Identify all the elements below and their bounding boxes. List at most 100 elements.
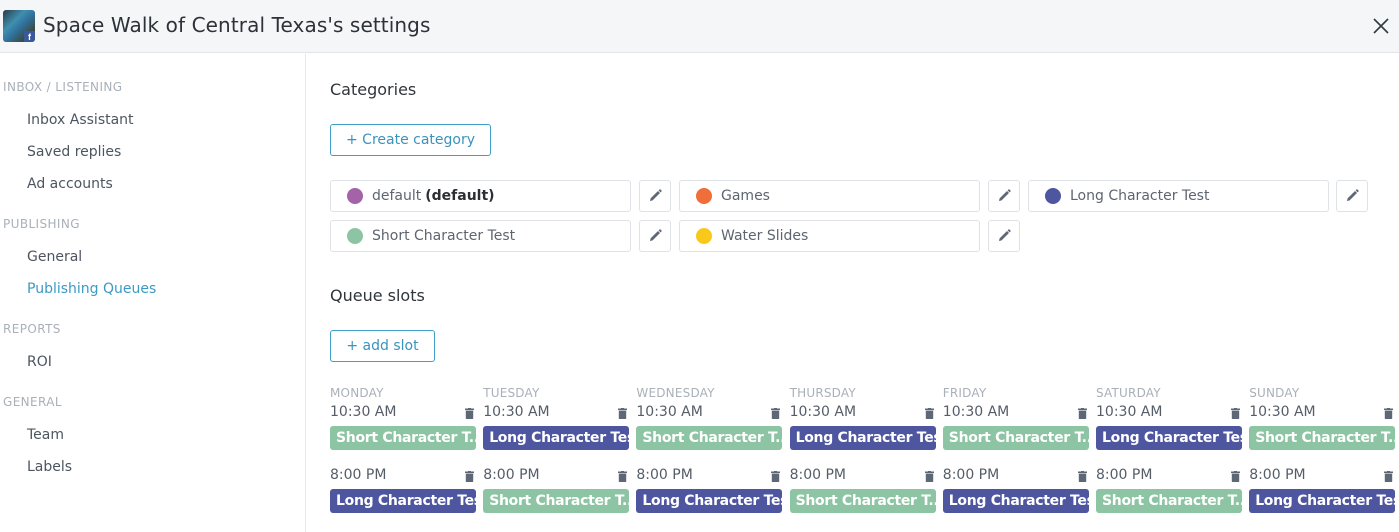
slot-time: 8:00 PM (942, 467, 1000, 483)
delete-slot-button[interactable] (771, 406, 781, 424)
slot-time: 10:30 AM (789, 404, 857, 420)
pencil-icon (999, 229, 1011, 241)
sidebar-item-general[interactable]: General (27, 249, 82, 265)
sidebar-section-publishing: PUBLISHING (3, 217, 80, 231)
slot-category-tag[interactable]: Short Character T... (789, 489, 936, 513)
delete-slot-button[interactable] (618, 406, 628, 424)
category-name: Games (721, 188, 770, 204)
category-long-character-test[interactable]: Long Character Test (1028, 180, 1329, 212)
delete-slot-button[interactable] (1231, 406, 1240, 424)
facebook-icon: f (24, 31, 35, 42)
delete-slot-button[interactable] (1077, 469, 1087, 487)
trash-icon (618, 408, 628, 419)
delete-slot-button[interactable] (771, 469, 781, 487)
slot-category-tag[interactable]: Short Character T... (1249, 426, 1396, 450)
edit-category-water-slides-button[interactable] (988, 220, 1020, 252)
trash-icon (1231, 408, 1240, 419)
slot-category-tag[interactable]: Short Character T... (330, 426, 476, 450)
slot-time: 8:00 PM (636, 467, 693, 483)
slot-category-tag[interactable]: Long Character Test (789, 426, 936, 450)
edit-category-short-character-test-button[interactable] (639, 220, 671, 252)
queue-slot: 10:30 AM Long Character Test (483, 404, 630, 467)
sidebar-item-roi[interactable]: ROI (27, 354, 52, 370)
delete-slot-button[interactable] (465, 469, 474, 487)
slot-category-tag[interactable]: Long Character Test (330, 489, 476, 513)
slot-time: 8:00 PM (483, 467, 540, 483)
day-name: WEDNESDAY (636, 386, 715, 400)
pencil-icon (1347, 189, 1359, 201)
queue-slot: 10:30 AM Short Character T... (636, 404, 783, 467)
delete-slot-button[interactable] (924, 469, 934, 487)
settings-sidebar: INBOX / LISTENING Inbox Assistant Saved … (0, 54, 306, 532)
trash-icon (924, 408, 934, 419)
delete-slot-button[interactable] (618, 469, 628, 487)
slot-category-tag[interactable]: Long Character Test (483, 426, 630, 450)
create-category-button[interactable]: + Create category (330, 124, 491, 156)
slot-category-tag[interactable]: Long Character Test (1249, 489, 1396, 513)
delete-slot-button[interactable] (1384, 406, 1394, 424)
edit-category-default-button[interactable] (639, 180, 671, 212)
sidebar-item-labels[interactable]: Labels (27, 459, 72, 475)
category-color-dot (696, 228, 712, 244)
close-button[interactable] (1367, 12, 1395, 40)
trash-icon (465, 471, 474, 482)
delete-slot-button[interactable] (1231, 469, 1240, 487)
slot-time: 10:30 AM (330, 404, 397, 420)
slot-time: 10:30 AM (1096, 404, 1163, 420)
close-icon (1373, 18, 1389, 34)
queue-slot: 8:00 PM Long Character Test (942, 467, 1090, 530)
sidebar-item-publishing-queues[interactable]: Publishing Queues (27, 281, 156, 297)
category-color-dot (347, 228, 363, 244)
slot-time: 8:00 PM (1096, 467, 1153, 483)
slot-category-tag[interactable]: Long Character Test (1096, 426, 1242, 450)
slot-category-tag[interactable]: Long Character Test (942, 489, 1089, 513)
pencil-icon (999, 189, 1011, 201)
queue-slot: 8:00 PM Short Character T... (483, 467, 630, 530)
day-column-monday: MONDAY 10:30 AM Short Character T... 8:00 P… (330, 386, 477, 530)
trash-icon (771, 471, 781, 482)
day-name: THURSDAY (789, 386, 856, 400)
delete-slot-button[interactable] (465, 406, 474, 424)
queue-slot: 10:30 AM Long Character Test (1096, 404, 1243, 467)
category-short-character-test[interactable]: Short Character Test (330, 220, 631, 252)
edit-category-games-button[interactable] (988, 180, 1020, 212)
slot-category-tag[interactable]: Short Character T... (1096, 489, 1242, 513)
trash-icon (465, 408, 474, 419)
queue-slot: 10:30 AM Short Character T... (1249, 404, 1396, 467)
day-name: TUESDAY (483, 386, 540, 400)
trash-icon (924, 471, 934, 482)
sidebar-section-reports: REPORTS (3, 322, 61, 336)
slot-time: 10:30 AM (483, 404, 550, 420)
slot-category-tag[interactable]: Short Character T... (636, 426, 783, 450)
day-column-tuesday: TUESDAY 10:30 AM Long Character Test 8:00 P… (483, 386, 630, 530)
trash-icon (1077, 471, 1087, 482)
delete-slot-button[interactable] (1077, 406, 1087, 424)
sidebar-section-general: GENERAL (3, 395, 62, 409)
trash-icon (1384, 471, 1394, 482)
queue-slot: 8:00 PM Short Character T... (1096, 467, 1243, 530)
trash-icon (1231, 471, 1240, 482)
slot-category-tag[interactable]: Short Character T... (942, 426, 1089, 450)
trash-icon (1384, 408, 1394, 419)
queue-slot: 8:00 PM Long Character Test (636, 467, 783, 530)
queue-slot: 10:30 AM Long Character Test (789, 404, 937, 467)
settings-header: f Space Walk of Central Texas's settings (0, 0, 1399, 53)
category-default[interactable]: default (default) (330, 180, 631, 212)
pencil-icon (650, 229, 662, 241)
delete-slot-button[interactable] (1384, 469, 1394, 487)
sidebar-item-saved-replies[interactable]: Saved replies (27, 144, 121, 160)
sidebar-item-ad-accounts[interactable]: Ad accounts (27, 176, 113, 192)
slot-category-tag[interactable]: Long Character Test (636, 489, 783, 513)
delete-slot-button[interactable] (924, 406, 934, 424)
category-water-slides[interactable]: Water Slides (679, 220, 980, 252)
day-name: SATURDAY (1096, 386, 1161, 400)
sidebar-item-inbox-assistant[interactable]: Inbox Assistant (27, 112, 134, 128)
pencil-icon (650, 189, 662, 201)
sidebar-item-team[interactable]: Team (27, 427, 64, 443)
add-slot-button[interactable]: + add slot (330, 330, 435, 362)
edit-category-long-character-test-button[interactable] (1336, 180, 1368, 212)
category-games[interactable]: Games (679, 180, 980, 212)
trash-icon (771, 408, 781, 419)
slot-category-tag[interactable]: Short Character T... (483, 489, 630, 513)
day-column-sunday: SUNDAY 10:30 AM Short Character T... 8:00 P… (1249, 386, 1396, 530)
